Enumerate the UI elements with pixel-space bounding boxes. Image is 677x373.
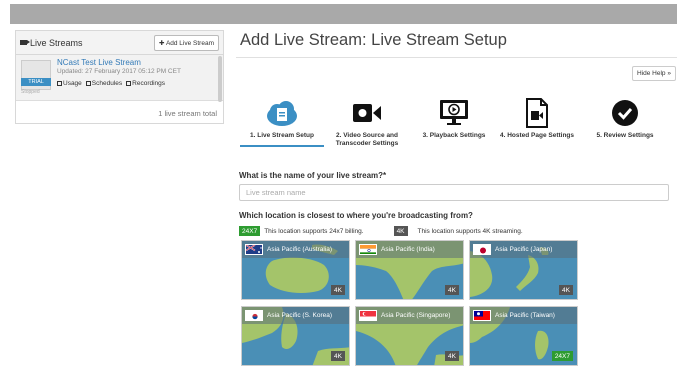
flag-taiwan-icon (473, 310, 491, 321)
location-label: Asia Pacific (Australia) (267, 246, 333, 253)
panel-header: Live Streams ✚ Add Live Stream (16, 31, 223, 55)
badge-4k: 4K (445, 285, 459, 295)
file-icon (126, 81, 132, 86)
stream-name-link[interactable]: NCast Test Live Stream (57, 58, 141, 67)
add-live-stream-button[interactable]: ✚ Add Live Stream (154, 34, 219, 51)
legend: 24X7 This location supports 24x7 billing… (239, 226, 523, 236)
legend-24x7-text: This location supports 24x7 billing. (264, 227, 364, 235)
cloud-upload-icon (242, 96, 322, 130)
flag-south-korea-icon (245, 310, 263, 321)
step-live-stream-setup[interactable]: 1. Live Stream Setup (242, 96, 322, 140)
location-tile-singapore[interactable]: Asia Pacific (Singapore) 4K (355, 306, 464, 366)
list-item[interactable]: TRIAL Stopped NCast Test Live Stream Upd… (16, 55, 223, 101)
live-streams-panel: Live Streams ✚ Add Live Stream TRIAL Sto… (15, 30, 224, 124)
divider (236, 57, 677, 58)
recordings-link[interactable]: Recordings (126, 80, 165, 87)
stream-name-input[interactable] (239, 184, 669, 201)
badge-4k: 4K (445, 351, 459, 361)
location-tile-japan[interactable]: Asia Pacific (Japan) 4K (469, 240, 578, 300)
badge-24x7: 24X7 (239, 226, 261, 236)
browser-top-bar (10, 4, 677, 24)
badge-4k: 4K (331, 351, 345, 361)
status-text: Stopped (21, 89, 40, 95)
video-camera-icon (327, 96, 407, 130)
video-camera-icon (20, 40, 30, 45)
badge-4k: 4K (393, 226, 408, 236)
step-playback-settings[interactable]: 3. Playback Settings (414, 96, 494, 140)
document-video-icon (497, 96, 577, 130)
calendar-icon (85, 81, 91, 86)
flag-singapore-icon (359, 310, 377, 321)
schedules-link[interactable]: Schedules (85, 80, 122, 87)
badge-4k: 4K (331, 285, 345, 295)
monitor-play-icon (414, 96, 494, 130)
location-label: Asia Pacific (India) (381, 246, 435, 253)
badge-24x7: 24X7 (551, 351, 573, 361)
location-tile-taiwan[interactable]: Asia Pacific (Taiwan) 24X7 (469, 306, 578, 366)
flag-australia-icon (245, 244, 263, 255)
usage-link[interactable]: Usage (57, 80, 82, 87)
bar-chart-icon (57, 81, 62, 86)
stream-updated: Updated: 27 February 2017 05:12 PM CET (57, 68, 181, 75)
check-circle-icon (585, 96, 665, 130)
step-video-source[interactable]: 2. Video Source and Transcoder Settings (327, 96, 407, 148)
stream-name-label: What is the name of your live stream?* (239, 171, 387, 180)
step-hosted-page[interactable]: 4. Hosted Page Settings (497, 96, 577, 140)
legend-4k-text: This location supports 4K streaming. (417, 227, 523, 235)
stream-total: 1 live stream total (158, 109, 217, 118)
flag-india-icon (359, 244, 377, 255)
stream-links: Usage Schedules Recordings (57, 80, 165, 87)
location-tile-australia[interactable]: Asia Pacific (Australia) 4K (241, 240, 350, 300)
plus-circle-icon: ✚ (159, 39, 166, 47)
location-label: Asia Pacific (S. Korea) (267, 312, 333, 319)
step-review-settings[interactable]: 5. Review Settings (585, 96, 665, 140)
location-label: Asia Pacific (Japan) (495, 246, 553, 253)
scrollbar[interactable] (218, 56, 222, 102)
active-step-indicator (240, 145, 324, 147)
location-tile-india[interactable]: Asia Pacific (India) 4K (355, 240, 464, 300)
badge-4k: 4K (559, 285, 573, 295)
page-title: Add Live Stream: Live Stream Setup (240, 31, 507, 49)
location-tile-s-korea[interactable]: Asia Pacific (S. Korea) 4K (241, 306, 350, 366)
trial-badge: TRIAL (21, 78, 51, 86)
location-label: Asia Pacific (Singapore) (381, 312, 451, 319)
flag-japan-icon (473, 244, 491, 255)
location-label: Asia Pacific (Taiwan) (495, 312, 555, 319)
panel-title: Live Streams (30, 37, 83, 48)
hide-help-button[interactable]: Hide Help » (632, 66, 676, 81)
location-question: Which location is closest to where you'r… (239, 211, 473, 220)
